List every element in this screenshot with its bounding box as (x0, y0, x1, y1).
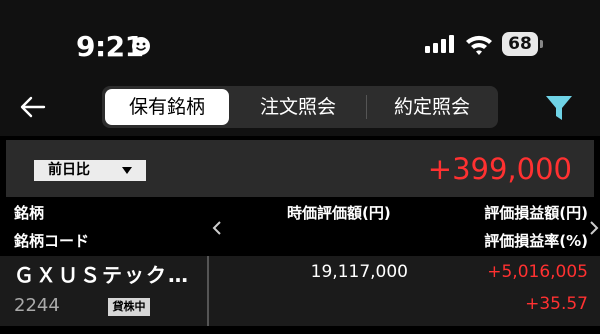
header-market-value: 時価評価額(円) (287, 204, 391, 222)
tab-execution-inquiry[interactable]: 約定照会 (368, 89, 496, 125)
filter-icon[interactable] (544, 94, 574, 122)
bottom-spacer (0, 326, 600, 334)
total-change-value: +399,000 (427, 152, 572, 186)
tab-divider (366, 95, 367, 119)
wifi-icon (466, 35, 492, 55)
holding-pl-rate: +35.57 (525, 294, 588, 314)
chevron-right-icon[interactable] (589, 220, 599, 236)
cellular-icon (425, 35, 454, 53)
chevron-left-icon[interactable] (212, 220, 222, 236)
period-dropdown[interactable]: 前日比 (34, 160, 146, 181)
holding-name: ＧＸＵＳテック… (14, 263, 190, 287)
header-pl-rate: 評価損益率(%) (484, 232, 588, 250)
table-row[interactable]: ＧＸＵＳテック… 2244 貸株中 19,117,000 +5,016,005 … (0, 256, 600, 326)
column-divider (207, 256, 209, 326)
battery-cap (540, 40, 543, 48)
back-arrow-icon[interactable] (20, 96, 46, 118)
holding-market-value: 19,117,000 (310, 262, 408, 282)
header-code: 銘柄コード (14, 232, 90, 250)
smiley-icon (132, 37, 150, 55)
tab-order-inquiry[interactable]: 注文照会 (235, 89, 361, 125)
battery-icon: 68 (502, 32, 544, 56)
status-bar: 9:21 68 (0, 0, 600, 86)
caret-down-icon (122, 167, 132, 174)
period-dropdown-value: 前日比 (48, 162, 90, 178)
tab-segmented-control: 保有銘柄 注文照会 約定照会 (102, 86, 498, 128)
header-name: 銘柄 (14, 204, 45, 222)
battery-level: 68 (502, 32, 538, 56)
lending-badge: 貸株中 (108, 298, 150, 316)
summary-panel: 前日比 +399,000 (6, 140, 594, 197)
holding-pl-amount: +5,016,005 (487, 262, 588, 282)
tab-holdings[interactable]: 保有銘柄 (105, 89, 229, 125)
nav-bar: 保有銘柄 注文照会 約定照会 (0, 86, 600, 136)
header-pl-amount: 評価損益額(円) (484, 204, 588, 222)
table-header: 銘柄 銘柄コード 時価評価額(円) 評価損益額(円) 評価損益率(%) (0, 199, 600, 255)
holding-code: 2244 (14, 295, 60, 316)
